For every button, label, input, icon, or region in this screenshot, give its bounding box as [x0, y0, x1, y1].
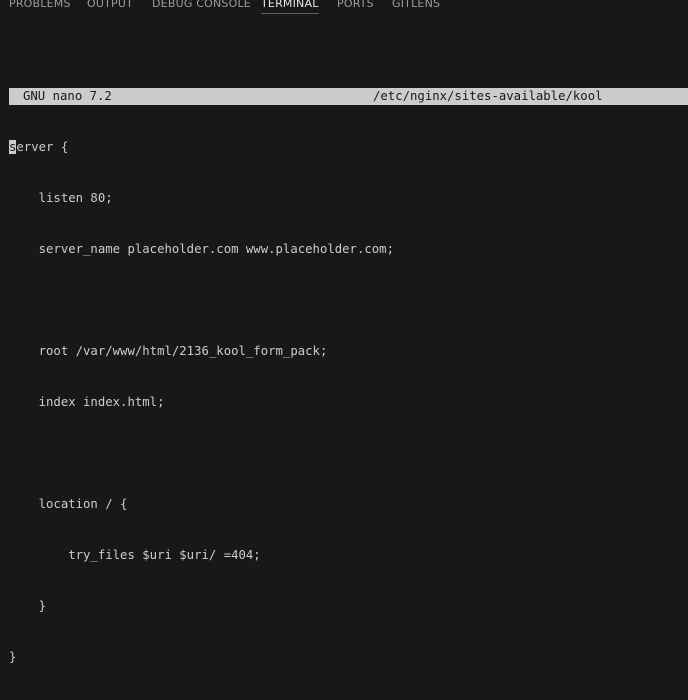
- nano-editor-buffer[interactable]: server { listen 80; server_name placehol…: [9, 105, 394, 700]
- active-tab-underline: [261, 13, 319, 14]
- nano-header-bar: GNU nano 7.2 /etc/nginx/sites-available/…: [9, 88, 688, 105]
- tab-ports[interactable]: PORTS: [337, 0, 374, 16]
- editor-line-text: erver {: [16, 140, 69, 154]
- editor-line: server {: [9, 139, 394, 156]
- editor-line: root /var/www/html/2136_kool_form_pack;: [9, 344, 328, 358]
- terminal-area[interactable]: GNU nano 7.2 /etc/nginx/sites-available/…: [0, 20, 688, 664]
- tab-gitlens[interactable]: GITLENS: [392, 0, 440, 16]
- tab-terminal-label: TERMINAL: [261, 0, 319, 10]
- panel-tab-bar: PROBLEMS OUTPUT DEBUG CONSOLE TERMINAL P…: [0, 0, 688, 16]
- tab-output[interactable]: OUTPUT: [87, 0, 133, 16]
- editor-line: server_name placeholder.com www.placehol…: [9, 242, 394, 256]
- nano-version-title: GNU nano 7.2: [23, 89, 112, 103]
- editor-line: location / {: [9, 497, 128, 511]
- nano-file-path: /etc/nginx/sites-available/kool: [373, 89, 603, 103]
- tab-debug-console[interactable]: DEBUG CONSOLE: [152, 0, 251, 16]
- editor-line: }: [9, 650, 17, 664]
- editor-line: index index.html;: [9, 395, 165, 409]
- editor-line: try_files $uri $uri/ =404;: [9, 548, 261, 562]
- tab-problems[interactable]: PROBLEMS: [9, 0, 71, 16]
- editor-line: listen 80;: [9, 191, 113, 205]
- editor-line: }: [9, 599, 47, 613]
- tab-terminal[interactable]: TERMINAL: [261, 0, 319, 16]
